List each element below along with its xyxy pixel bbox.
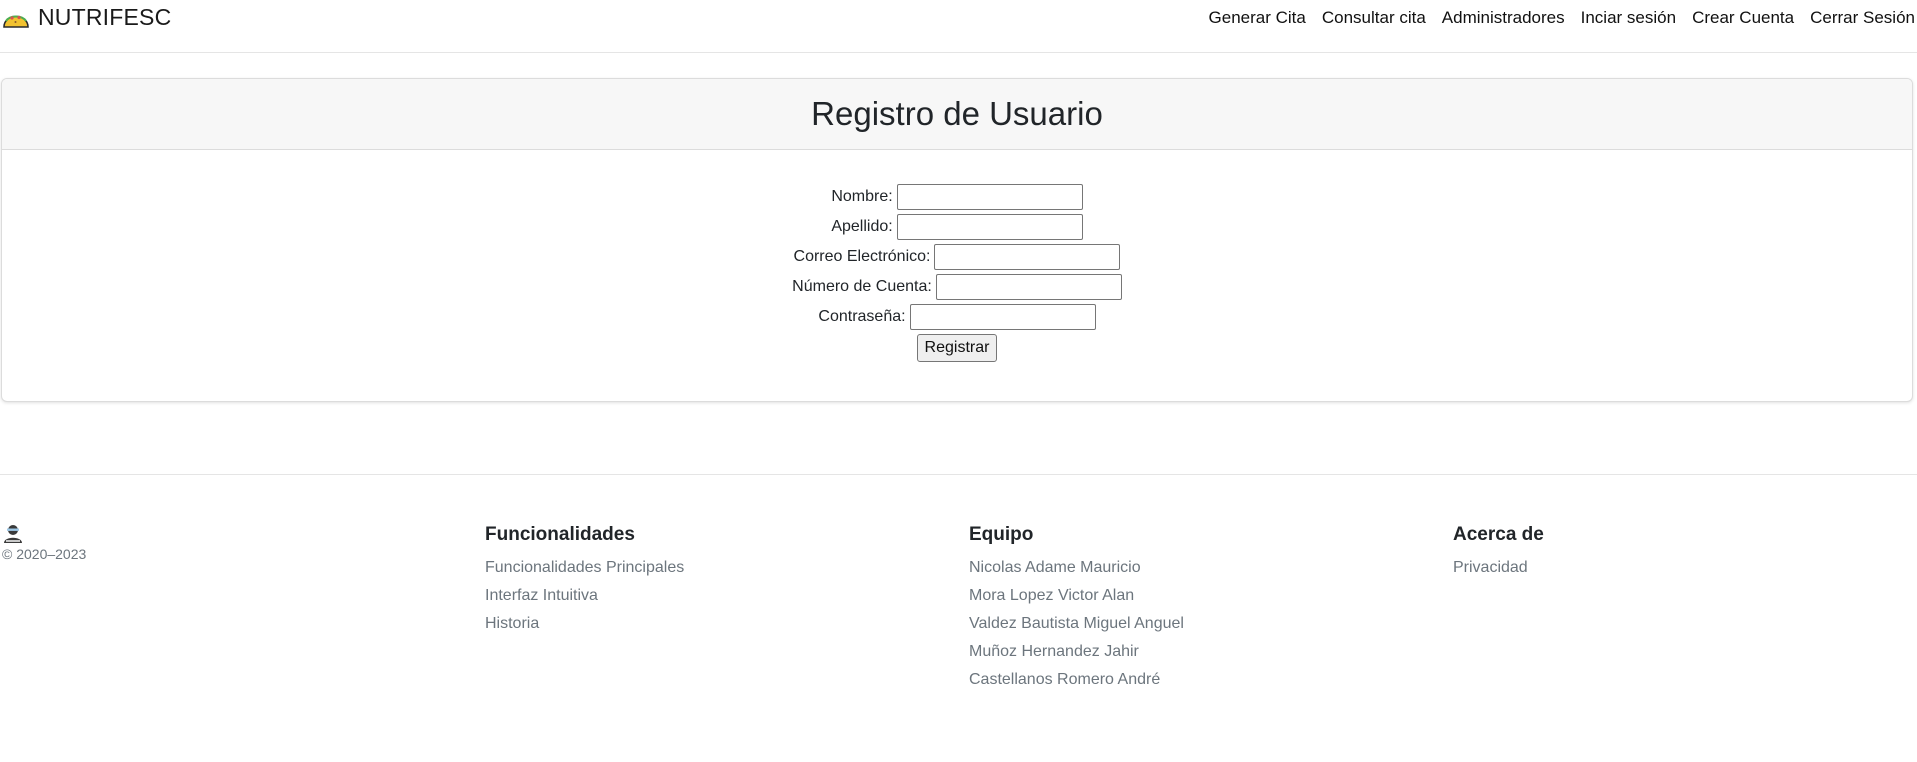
correo-input[interactable] [934, 244, 1121, 270]
apellido-input[interactable] [896, 214, 1083, 240]
registration-form: Nombre: Apellido: Correo Electrónico: Nú… [2, 182, 1912, 362]
contrasena-label: Contraseña: [818, 308, 906, 325]
footer-link[interactable]: Funcionalidades Principales [485, 554, 684, 582]
footer-link[interactable]: Valdez Bautista Miguel Anguel [969, 610, 1184, 638]
footer-link[interactable]: Historia [485, 610, 684, 638]
contrasena-input[interactable] [909, 304, 1096, 330]
footer-link[interactable]: Interfaz Intuitiva [485, 582, 684, 610]
nombre-label: Nombre: [831, 188, 893, 205]
correo-label: Correo Electrónico: [793, 248, 931, 265]
footer-heading: Funcionalidades [485, 524, 635, 545]
taco-icon [3, 15, 29, 28]
footer-col-equipo: Equipo Nicolas Adame Mauricio Mora Lopez… [969, 520, 1184, 694]
nav-link-generar-cita[interactable]: Generar Cita [1209, 8, 1306, 28]
page-title: Registro de Usuario [811, 95, 1103, 132]
footer-link[interactable]: Muñoz Hernandez Jahir [969, 638, 1184, 666]
numero-cuenta-input[interactable] [935, 274, 1122, 300]
footer-divider [0, 474, 1917, 475]
numero-cuenta-label: Número de Cuenta: [792, 278, 932, 295]
nav-link-administradores[interactable]: Administradores [1442, 8, 1565, 28]
brand-link[interactable]: NUTRIFESC [2, 4, 171, 31]
apellido-label: Apellido: [831, 218, 893, 235]
field-row-nombre: Nombre: [831, 182, 1083, 212]
field-row-apellido: Apellido: [831, 212, 1083, 242]
nav-link-iniciar-sesion[interactable]: Inciar sesión [1581, 8, 1676, 28]
footer-col-acerca-de: Acerca de Privacidad [1453, 520, 1544, 582]
field-row-correo: Correo Electrónico: [794, 242, 1121, 272]
card-header: Registro de Usuario [2, 79, 1912, 150]
copyright-text: © 2020–2023 [2, 546, 87, 562]
registrar-button[interactable]: Registrar [916, 334, 998, 362]
field-row-numero-cuenta: Número de Cuenta: [792, 272, 1122, 302]
footer-heading: Acerca de [1453, 524, 1544, 545]
field-row-contrasena: Contraseña: [818, 302, 1096, 332]
nav-link-consultar-cita[interactable]: Consultar cita [1322, 8, 1426, 28]
nav-links: Generar Cita Consultar cita Administrado… [1209, 8, 1915, 28]
registration-card: Registro de Usuario Nombre: Apellido: Co… [1, 78, 1913, 402]
nombre-input[interactable] [896, 184, 1083, 210]
footer-link[interactable]: Nicolas Adame Mauricio [969, 554, 1184, 582]
nav-link-cerrar-sesion[interactable]: Cerrar Sesión [1810, 8, 1915, 28]
nav-link-crear-cuenta[interactable]: Crear Cuenta [1692, 8, 1794, 28]
footer-link[interactable]: Castellanos Romero André [969, 666, 1184, 694]
footer-col-funcionalidades: Funcionalidades Funcionalidades Principa… [485, 520, 684, 638]
top-navbar: NUTRIFESC Generar Cita Consultar cita Ad… [0, 0, 1917, 53]
brand-name: NUTRIFESC [38, 4, 172, 30]
footer-link[interactable]: Privacidad [1453, 554, 1544, 582]
footer-link[interactable]: Mora Lopez Victor Alan [969, 582, 1184, 610]
person-icon[interactable] [2, 522, 24, 544]
footer-heading: Equipo [969, 524, 1034, 545]
footer-brand: © 2020–2023 [2, 522, 86, 562]
